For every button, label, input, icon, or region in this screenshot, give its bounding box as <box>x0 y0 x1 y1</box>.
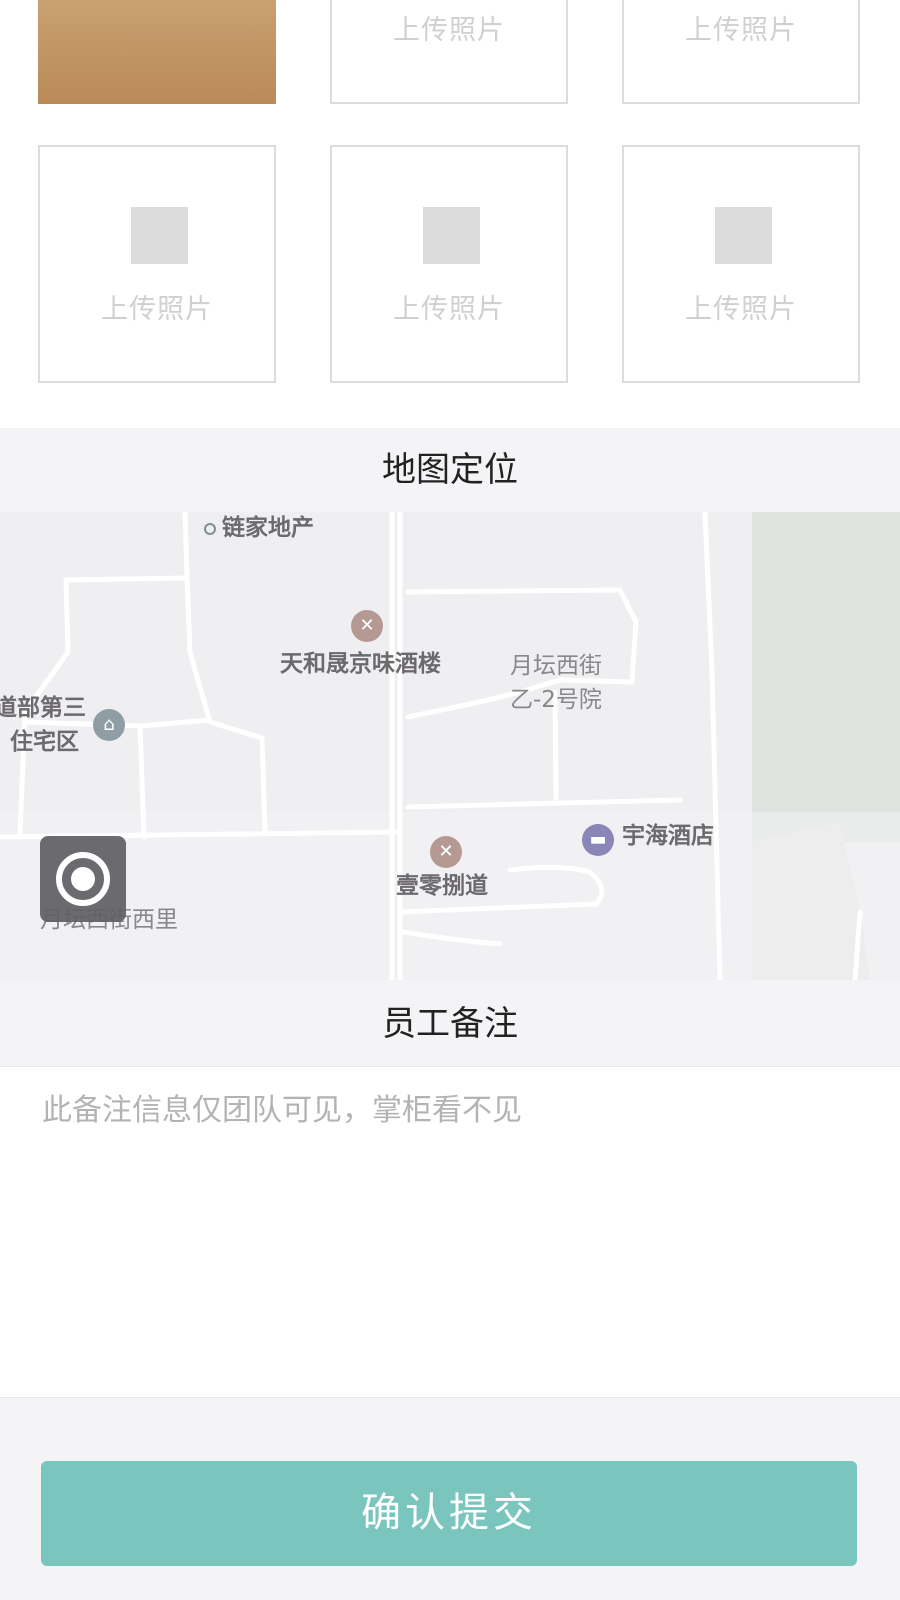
restaurant-icon[interactable]: ✕ <box>430 836 462 868</box>
map-label-yuhai: 宇海酒店 <box>622 823 714 849</box>
confirm-submit-button[interactable]: 确认提交 <box>41 1461 857 1566</box>
image-placeholder-icon <box>423 207 480 264</box>
image-placeholder-icon <box>131 207 188 264</box>
notes-section-title: 员工备注 <box>0 982 900 1066</box>
hotel-icon[interactable]: ▬ <box>582 824 614 856</box>
upload-photo-label: 上传照片 <box>393 15 505 46</box>
employee-notes-input[interactable] <box>40 1083 864 1377</box>
map-label-tianhe: 天和晟京味酒楼 <box>280 651 441 677</box>
photo-thumbnail[interactable] <box>38 0 276 104</box>
map-label-yiling: 壹零捌道 <box>396 873 488 899</box>
photo-upload-slot[interactable]: 上传照片 <box>330 0 568 104</box>
locate-button[interactable] <box>40 836 126 922</box>
restaurant-icon[interactable]: ✕ <box>351 610 383 642</box>
upload-photo-label: 上传照片 <box>101 294 213 325</box>
image-placeholder-icon <box>715 207 772 264</box>
upload-photo-label: 上传照片 <box>685 294 797 325</box>
photo-upload-slot[interactable]: 上传照片 <box>330 145 568 383</box>
residence-icon[interactable]: ⌂ <box>93 709 125 741</box>
map-label-yuetan-xijie: 月坛西街 <box>510 653 602 679</box>
upload-photo-label: 上传照片 <box>685 15 797 46</box>
map-label-yuetan-yi2: 乙-2号院 <box>510 687 602 713</box>
upload-photo-label: 上传照片 <box>393 294 505 325</box>
photo-upload-slot[interactable]: 上传照片 <box>622 145 860 383</box>
location-map[interactable]: 链家地产 ✕ 天和晟京味酒楼 月坛西街 乙-2号院 道部第三 住宅区 ⌂ ▬ 宇… <box>0 512 900 980</box>
notes-container <box>0 1066 900 1398</box>
map-label-residential-1: 道部第三 <box>0 695 86 721</box>
map-label-residential-2: 住宅区 <box>10 729 79 755</box>
map-label-lianjia: 链家地产 <box>222 515 314 541</box>
photo-upload-slot[interactable]: 上传照片 <box>622 0 860 104</box>
photo-upload-slot[interactable]: 上传照片 <box>38 145 276 383</box>
map-dot-icon <box>204 522 216 535</box>
room-photo <box>38 0 276 104</box>
map-section-title: 地图定位 <box>0 428 900 512</box>
photo-upload-section: 上传照片 上传照片 上传照片 上传照片 上传照片 <box>0 0 900 428</box>
